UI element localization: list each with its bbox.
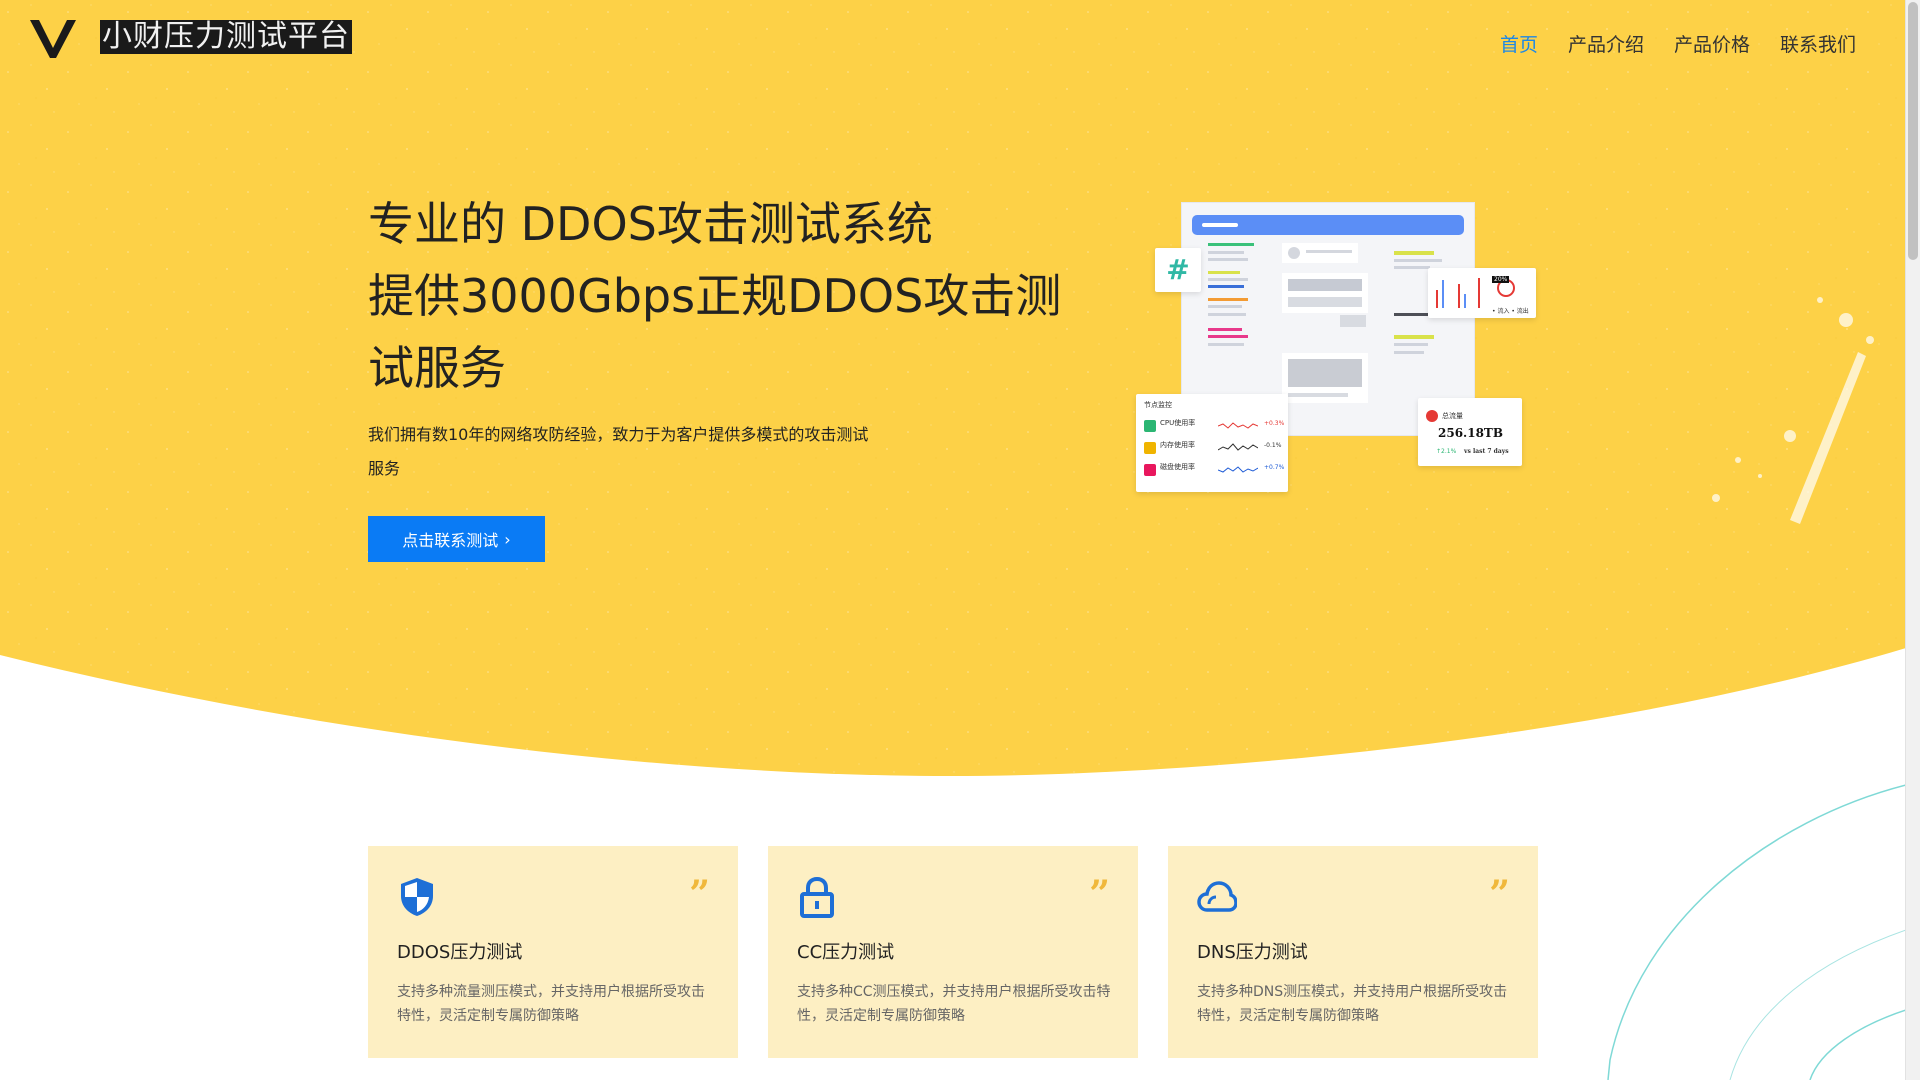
main-nav: 首页 产品介绍 产品价格 联系我们 [1500, 30, 1856, 57]
nav-contact[interactable]: 联系我们 [1780, 30, 1856, 57]
monitor-row-label: 磁盘使用率 [1160, 463, 1195, 471]
logo-icon[interactable] [30, 18, 76, 60]
traffic-period: vs last 7 days [1464, 448, 1509, 455]
illustration-title-bar [1192, 215, 1464, 235]
lock-icon [800, 876, 834, 918]
feature-description: 支持多种流量测压模式，并支持用户根据所受攻击特性，灵活定制专属防御策略 [397, 984, 705, 1024]
scrollbar-thumb[interactable] [1908, 2, 1918, 260]
feature-title: CC压力测试 [797, 942, 895, 963]
contact-test-button[interactable]: 点击联系测试 › [368, 516, 545, 562]
hero-description-line-1: 我们拥有数10年的网络攻防经验，致力于为客户提供多模式的攻击测试 [368, 425, 869, 444]
feature-description: 支持多种CC测压模式，并支持用户根据所受攻击特性，灵活定制专属防御策略 [797, 984, 1111, 1024]
traffic-label: 总流量 [1442, 412, 1463, 420]
feature-card-ddos[interactable]: ” DDOS压力测试 支持多种流量测压模式，并支持用户根据所受攻击特性，灵活定制… [368, 846, 738, 1058]
traffic-change: ↑2.1% [1436, 448, 1457, 455]
feature-card-cc[interactable]: ” CC压力测试 支持多种CC测压模式，并支持用户根据所受攻击特性，灵活定制专属… [768, 846, 1138, 1058]
hash-icon: # [1166, 253, 1190, 286]
mini-badge: 20% [1492, 276, 1510, 283]
page: 小财压力测试平台 首页 产品介绍 产品价格 联系我们 专业的 DDOS攻击测试系… [0, 0, 1920, 1080]
monitor-row-label: CPU使用率 [1160, 419, 1196, 427]
monitor-row-value: +0.3% [1264, 420, 1285, 427]
traffic-value: 256.18TB [1438, 426, 1503, 440]
hero-description-line-2: 服务 [368, 459, 401, 478]
nav-pricing[interactable]: 产品价格 [1674, 30, 1750, 57]
mini-chart-card: 20% • 流入 • 流出 [1428, 268, 1536, 318]
monitor-row-label: 内存使用率 [1160, 441, 1195, 449]
hero-title-line-2: 提供3000Gbps正规DDOS攻击测 [368, 269, 1062, 323]
monitor-row-value: +0.7% [1264, 464, 1285, 471]
page-scrollbar[interactable] [1905, 0, 1920, 1080]
cloud-icon [1197, 881, 1237, 912]
quote-icon: ” [1489, 873, 1510, 915]
quote-icon: ” [689, 873, 710, 915]
feature-cards: ” DDOS压力测试 支持多种流量测压模式，并支持用户根据所受攻击特性，灵活定制… [368, 846, 1538, 1058]
mini-legend: • 流入 • 流出 [1492, 308, 1529, 315]
monitor-row: 内存使用率 -0.1% [1144, 440, 1284, 458]
quote-icon: ” [1089, 873, 1110, 915]
node-monitor-card: 节点监控 CPU使用率 +0.3% 内存使用率 -0.1% 磁盘使用率 +0.7… [1136, 394, 1288, 492]
dashboard-illustration: # 20% • 流入 • 流出 节点监控 CPU使用率 +0.3% 内存使用率 … [1130, 200, 1550, 500]
total-traffic-card: 总流量 256.18TB ↑2.1% vs last 7 days [1418, 398, 1522, 466]
nav-products[interactable]: 产品介绍 [1568, 30, 1644, 57]
hero-title-line-1: 专业的 DDOS攻击测试系统 [368, 197, 933, 251]
hero-title-line-3: 试服务 [368, 341, 506, 395]
feature-description: 支持多种DNS测压模式，并支持用户根据所受攻击特性，灵活定制专属防御策略 [1197, 984, 1508, 1024]
brand-name[interactable]: 小财压力测试平台 [100, 20, 352, 54]
hero-description: 我们拥有数10年的网络攻防经验，致力于为客户提供多模式的攻击测试 服务 [368, 418, 878, 486]
feature-title: DNS压力测试 [1197, 942, 1308, 963]
feature-title: DDOS压力测试 [397, 942, 523, 963]
shield-icon [401, 878, 433, 916]
hero-title: 专业的 DDOS攻击测试系统 提供3000Gbps正规DDOS攻击测 试服务 [368, 188, 1068, 404]
decorative-curves [1607, 784, 1906, 1080]
monitor-row-value: -0.1% [1264, 442, 1282, 449]
hash-card: # [1155, 248, 1201, 292]
monitor-row: 磁盘使用率 +0.7% [1144, 462, 1284, 480]
traffic-icon [1426, 410, 1438, 422]
contact-test-label: 点击联系测试 [402, 531, 499, 550]
monitor-title: 节点监控 [1144, 401, 1172, 409]
chevron-right-icon: › [504, 529, 511, 549]
nav-home[interactable]: 首页 [1500, 30, 1538, 57]
monitor-row: CPU使用率 +0.3% [1144, 418, 1284, 436]
feature-card-dns[interactable]: ” DNS压力测试 支持多种DNS测压模式，并支持用户根据所受攻击特性，灵活定制… [1168, 846, 1538, 1058]
